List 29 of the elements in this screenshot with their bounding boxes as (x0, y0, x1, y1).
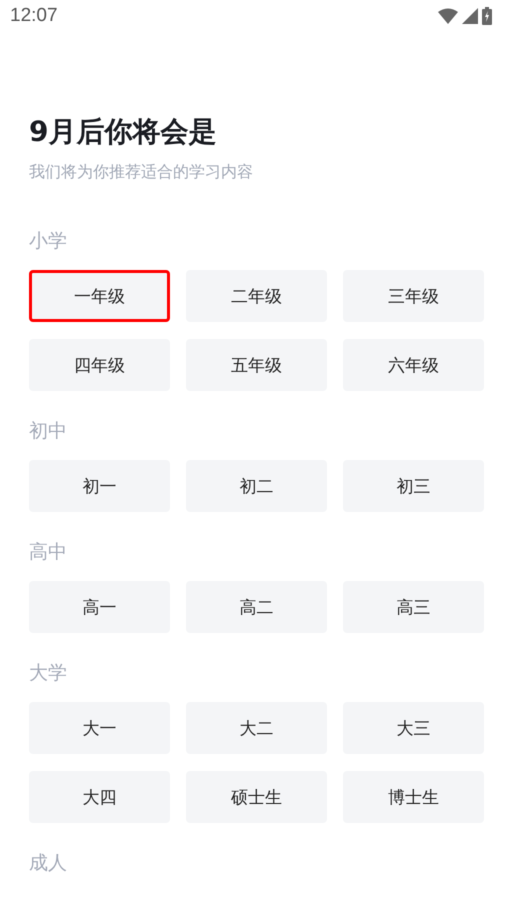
page-title: 9月后你将会是 (29, 114, 216, 150)
section-label: 大学 (29, 661, 67, 685)
grade-option[interactable]: 三年级 (343, 270, 484, 322)
grade-option[interactable]: 一年级 (29, 270, 170, 322)
section-label: 高中 (29, 540, 67, 564)
grade-option[interactable]: 大四 (29, 771, 170, 823)
battery-icon (482, 7, 492, 25)
grade-option[interactable]: 大三 (343, 702, 484, 754)
status-time: 12:07 (10, 5, 58, 27)
grade-option[interactable]: 大一 (29, 702, 170, 754)
grade-option[interactable]: 二年级 (186, 270, 327, 322)
grade-option[interactable]: 初一 (29, 460, 170, 512)
grade-option[interactable]: 初二 (186, 460, 327, 512)
grade-option[interactable]: 大二 (186, 702, 327, 754)
section-label: 初中 (29, 419, 67, 443)
grade-option[interactable]: 博士生 (343, 771, 484, 823)
grade-option[interactable]: 高三 (343, 581, 484, 633)
section-label: 小学 (29, 229, 67, 253)
grade-option[interactable]: 高二 (186, 581, 327, 633)
grade-option[interactable]: 四年级 (29, 339, 170, 391)
wifi-icon (438, 8, 458, 24)
page-subtitle: 我们将为你推荐适合的学习内容 (29, 162, 253, 183)
grade-option[interactable]: 五年级 (186, 339, 327, 391)
signal-icon (462, 8, 478, 24)
grade-option[interactable]: 高一 (29, 581, 170, 633)
grade-option[interactable]: 初三 (343, 460, 484, 512)
grade-option[interactable]: 六年级 (343, 339, 484, 391)
section-label: 成人 (29, 851, 67, 875)
grade-option[interactable]: 硕士生 (186, 771, 327, 823)
